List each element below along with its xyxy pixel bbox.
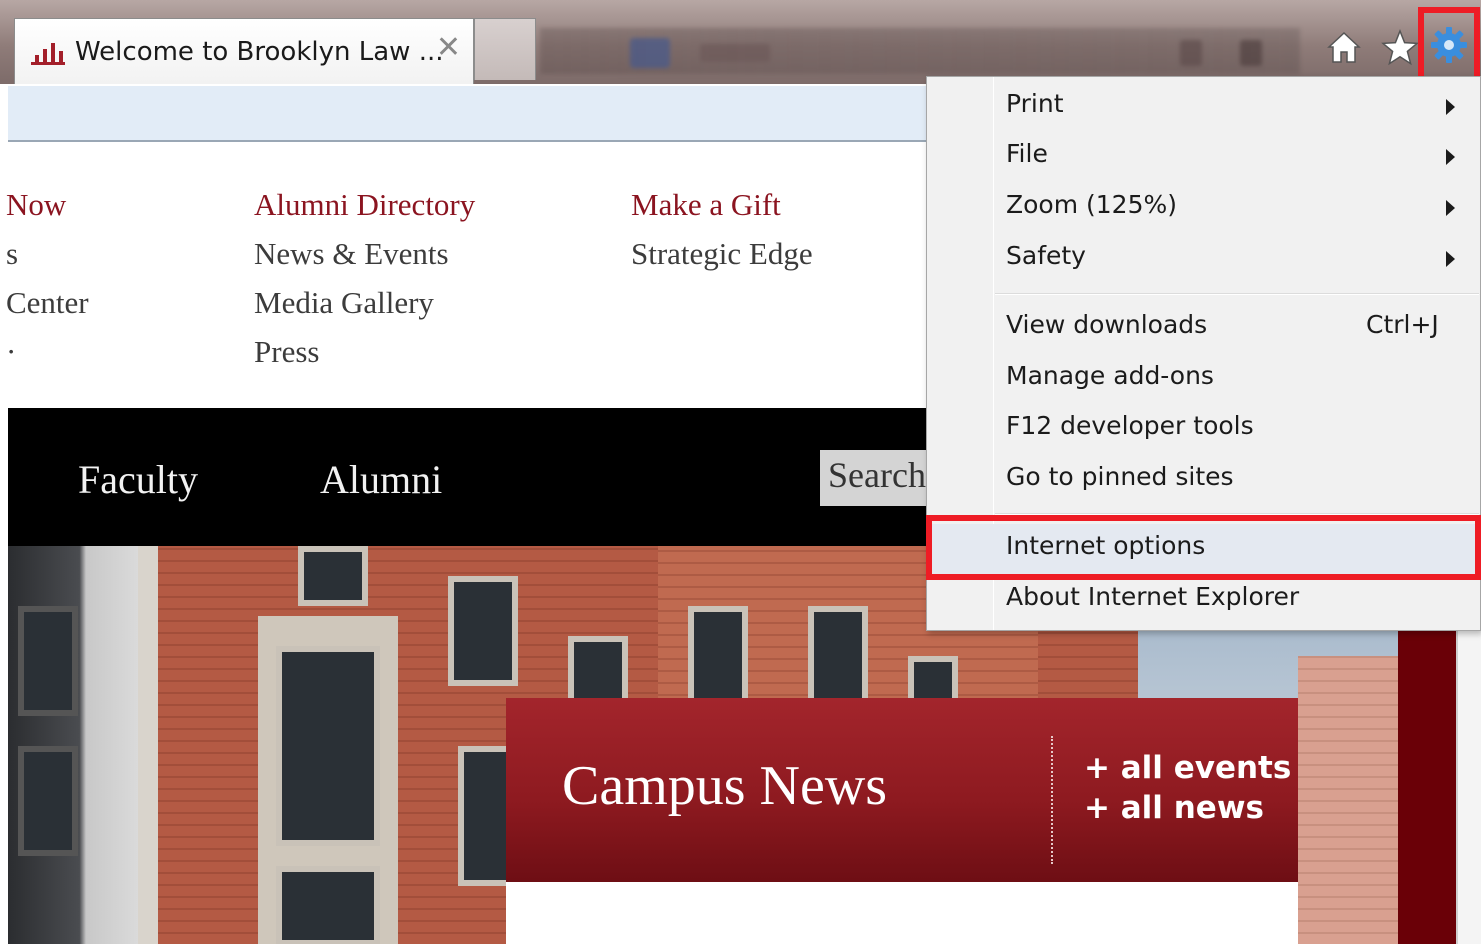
divider [1051,736,1053,864]
menu-item-label: File [1006,139,1048,168]
chevron-right-icon [1446,99,1455,115]
menu-item-f12-developer-tools[interactable]: F12 developer tools [927,404,1480,454]
all-events-link[interactable]: + all events [1084,750,1291,786]
main-nav-faculty[interactable]: Faculty [78,456,198,503]
menu-item-safety[interactable]: Safety [927,234,1480,284]
chevron-right-icon [1446,149,1455,165]
search-placeholder: Search [828,455,926,495]
address-bar-blurred[interactable] [540,28,1300,74]
chevron-right-icon [1446,200,1455,216]
site-search-input[interactable]: Search [820,450,928,506]
tab-title: Welcome to Brooklyn Law ... [75,36,444,67]
menu-item-label: Print [1006,89,1064,118]
all-news-link[interactable]: + all news [1084,790,1264,826]
site-favicon-icon [31,39,67,65]
page-header-bar [8,86,928,142]
nav-link-media-gallery[interactable]: Media Gallery [254,278,475,327]
menu-item-label: Manage add-ons [1006,361,1214,390]
site-nav-column-3: Make a Gift Strategic Edge [631,180,813,278]
main-nav-bar: Faculty Alumni Search [8,408,928,546]
menu-item-label: F12 developer tools [1006,411,1254,440]
nav-link-make-a-gift[interactable]: Make a Gift [631,180,813,229]
main-nav-alumni[interactable]: Alumni [320,456,442,503]
nav-link-strategic-edge[interactable]: Strategic Edge [631,229,813,278]
nav-link[interactable]: Now [6,180,136,229]
nav-link[interactable]: Center [6,278,136,327]
browser-tab[interactable]: Welcome to Brooklyn Law ... ✕ [14,18,474,84]
site-nav-column-1: Now s Center · [6,180,136,376]
menu-separator [995,293,1479,295]
nav-link-press[interactable]: Press [254,327,475,376]
star-icon[interactable] [1376,24,1424,72]
menu-item-label: Safety [1006,241,1086,270]
browser-toolbar: Welcome to Brooklyn Law ... ✕ [0,0,1481,84]
menu-item-file[interactable]: File [927,132,1480,182]
menu-item-label: Go to pinned sites [1006,462,1234,491]
close-icon[interactable]: ✕ [436,33,461,63]
menu-item-view-downloads[interactable]: View downloads Ctrl+J [927,303,1480,353]
internet-options-highlight-box [926,515,1481,580]
menu-item-label: About Internet Explorer [1006,582,1300,611]
menu-item-label: View downloads [1006,310,1208,339]
menu-item-go-to-pinned-sites[interactable]: Go to pinned sites [927,455,1480,505]
menu-item-zoom[interactable]: Zoom (125%) [927,183,1480,233]
menu-item-print[interactable]: Print [927,82,1480,132]
home-icon[interactable] [1320,24,1368,72]
nav-link-alumni-directory[interactable]: Alumni Directory [254,180,475,229]
menu-item-manage-add-ons[interactable]: Manage add-ons [927,354,1480,404]
campus-news-title: Campus News [562,755,888,817]
new-tab-button[interactable] [474,18,536,80]
chevron-right-icon [1446,251,1455,267]
site-nav-column-2: Alumni Directory News & Events Media Gal… [254,180,475,376]
campus-news-panel: Campus News + all events + all news [506,698,1298,882]
menu-item-shortcut: Ctrl+J [1366,310,1439,339]
tools-gear-button[interactable] [1418,7,1480,83]
menu-item-label: Zoom (125%) [1006,190,1177,219]
nav-link[interactable]: · [6,327,136,376]
campus-news-content [506,882,1298,944]
nav-link[interactable]: s [6,229,136,278]
scrollbar[interactable] [1456,630,1481,944]
side-accent-strip [1398,630,1456,944]
menu-item-about-internet-explorer[interactable]: About Internet Explorer [927,575,1480,625]
nav-link-news-events[interactable]: News & Events [254,229,475,278]
gear-icon [1431,27,1467,63]
